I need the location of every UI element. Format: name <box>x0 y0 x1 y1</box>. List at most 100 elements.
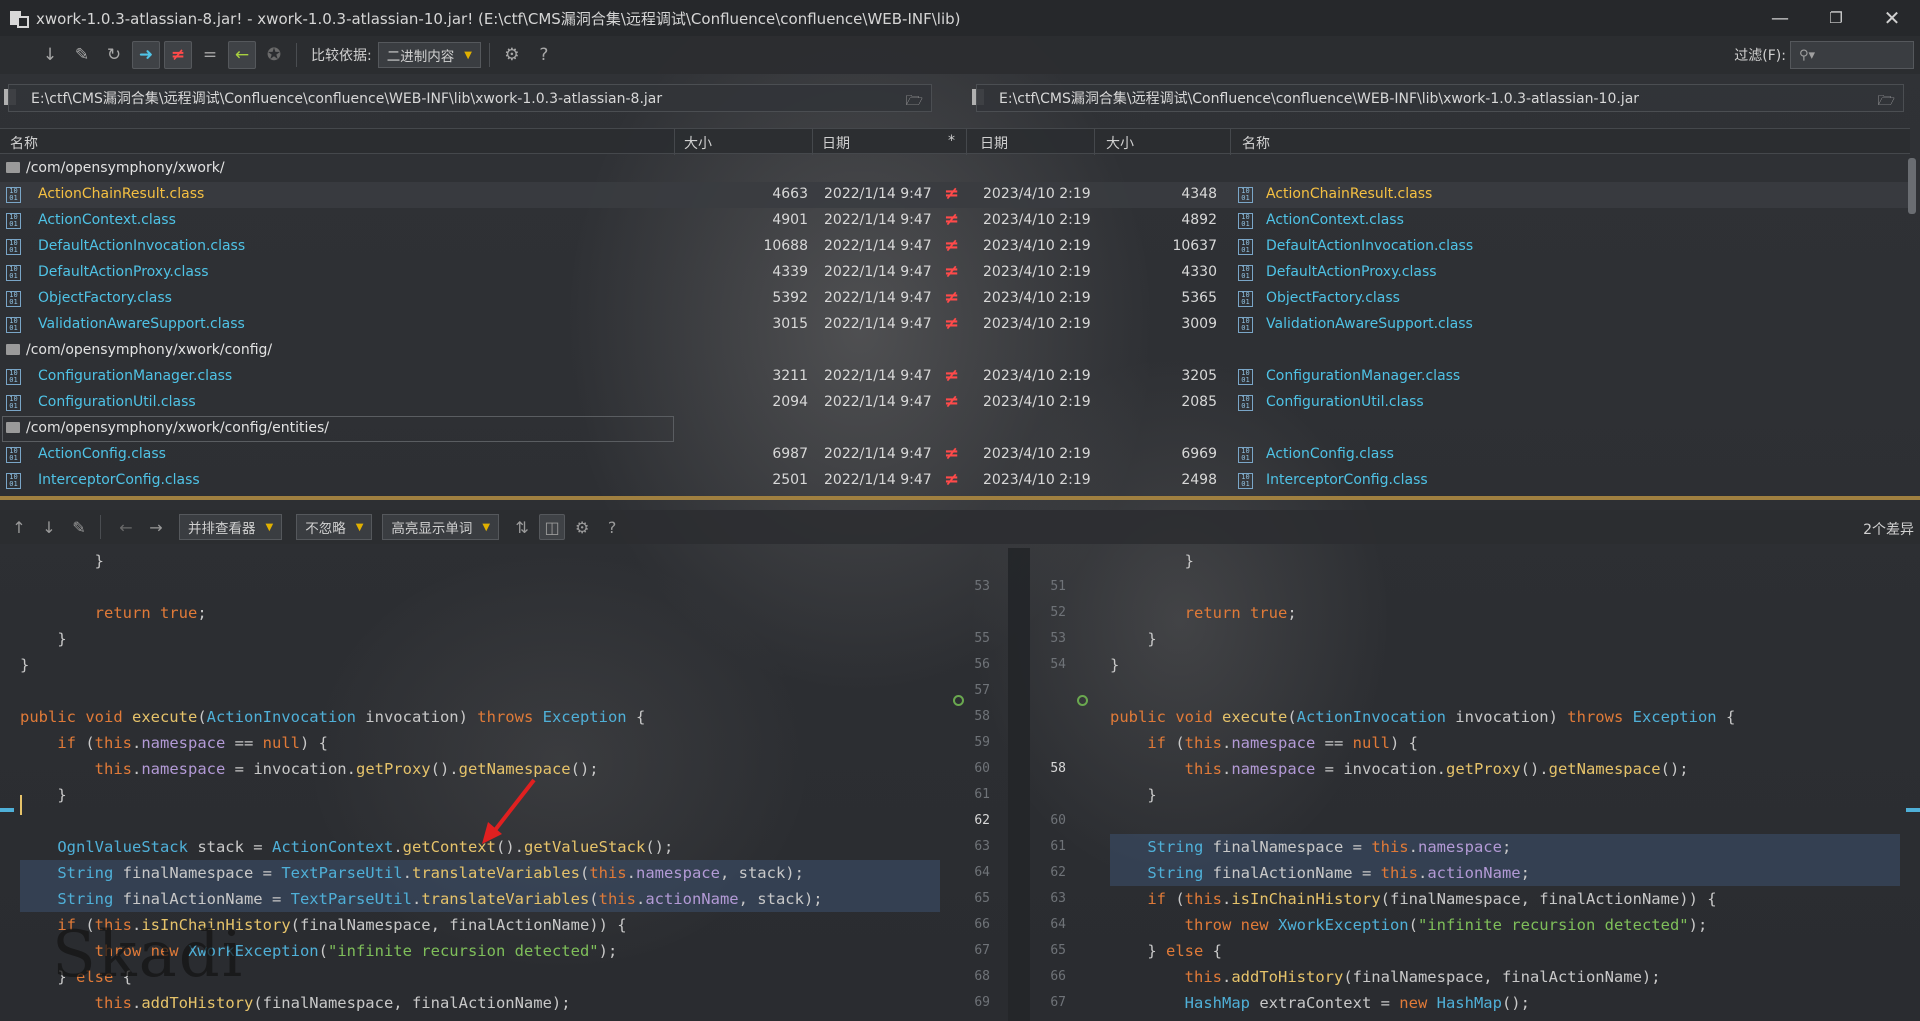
forward-arrow-icon[interactable]: → <box>143 514 169 540</box>
table-row[interactable]: 10 01 ActionContext.class 4901 2022/1/14 9:4… <box>0 208 1910 234</box>
table-row[interactable]: 10 01 InterceptorConfig.class 2501 2022/1/14… <box>0 468 1910 494</box>
code-line: extraContext.put("com.opensymphony.xwork… <box>1110 1016 1900 1021</box>
code-line: } <box>20 652 940 678</box>
code-token: ; <box>1520 864 1530 882</box>
edit-icon[interactable]: ✎ <box>68 41 96 69</box>
next-diff-icon[interactable]: ↓ <box>36 514 62 540</box>
folder-open-icon[interactable]: 🗁 <box>906 90 923 111</box>
table-row[interactable]: 10 01 ActionConfig.class 6987 2022/1/14 9:47… <box>0 442 1910 468</box>
filter-input[interactable]: ⚲▾ <box>1790 41 1914 69</box>
equal-icon[interactable]: = <box>196 41 224 69</box>
table-folder-row[interactable]: /com/opensymphony/xwork/ <box>0 156 1910 182</box>
table-row[interactable]: 10 01 ValidationAwareSupport.class 3015 2022… <box>0 312 1910 338</box>
table-row[interactable]: 10 01 ActionChainResult.class 4663 2022/1/14… <box>0 182 1910 208</box>
back-arrow-icon[interactable]: ← <box>113 514 139 540</box>
code-token: , stack); <box>719 864 804 882</box>
right-file-date: 2023/4/10 2:19 <box>983 472 1091 488</box>
minimize-icon[interactable]: — <box>1752 0 1808 36</box>
help-icon[interactable]: ? <box>599 514 625 540</box>
chevron-down-icon: ▼ <box>482 521 491 533</box>
table-row[interactable]: 10 01 ConfigurationManager.class 3211 2022/1… <box>0 364 1910 390</box>
col-size-left[interactable]: 大小 <box>684 133 712 153</box>
restore-icon[interactable]: ❐ <box>1808 0 1864 36</box>
col-size-right[interactable]: 大小 <box>1106 133 1134 153</box>
prev-diff-icon[interactable]: ↑ <box>6 514 32 540</box>
right-file-name: ConfigurationManager.class <box>1266 368 1461 384</box>
filter-label: 过滤(F): <box>1734 48 1786 64</box>
code-token: ActionContext <box>271 838 394 856</box>
toolbar-separator <box>488 43 490 67</box>
table-folder-row[interactable]: /com/opensymphony/xwork/config/ <box>0 338 1910 364</box>
show-left-arrow-icon[interactable]: ← <box>228 41 256 69</box>
col-name-right[interactable]: 名称 <box>1242 133 1270 153</box>
left-file-size: 3211 <box>772 368 808 384</box>
help-icon[interactable]: ? <box>530 41 558 69</box>
code-token: this <box>94 734 132 752</box>
refresh-icon[interactable]: ↻ <box>100 41 128 69</box>
highlight-dropdown[interactable]: 高亮显示单词 ▼ <box>382 514 500 540</box>
code-token: ActionInvocation <box>1296 708 1446 726</box>
class-file-icon: 10 01 <box>1238 187 1253 203</box>
line-number: 52 <box>1050 605 1066 620</box>
code-token: this <box>1184 890 1222 908</box>
collapse-icon[interactable]: ⇅ <box>509 514 535 540</box>
arrow-down-icon[interactable]: ↓ <box>36 41 64 69</box>
col-separator <box>1094 129 1095 155</box>
implementation-marker-icon[interactable] <box>1077 695 1088 706</box>
table-folder-row[interactable]: /com/opensymphony/xwork/config/entities/ <box>0 416 1910 442</box>
table-row[interactable]: 10 01 DefaultActionInvocation.class 10688 20… <box>0 234 1910 260</box>
viewer-dropdown[interactable]: 并排查看器 ▼ <box>179 514 283 540</box>
pane-splitter[interactable] <box>0 496 1920 500</box>
code-token: if <box>1147 734 1176 752</box>
settings-gear-icon[interactable]: ⚙ <box>569 514 595 540</box>
col-name-left[interactable]: 名称 <box>10 133 38 153</box>
code-token: this <box>1184 734 1222 752</box>
left-file-name: ObjectFactory.class <box>38 290 172 306</box>
table-row[interactable]: 10 01 ObjectFactory.class 5392 2022/1/14 9:4… <box>0 286 1910 312</box>
not-equal-icon: ≠ <box>944 443 960 464</box>
col-date-right[interactable]: 日期 <box>980 133 1008 153</box>
code-token: this <box>1380 864 1418 882</box>
implementation-marker-icon[interactable] <box>953 695 964 706</box>
right-file-name: ObjectFactory.class <box>1266 290 1400 306</box>
left-path-bar[interactable]: E:\ctf\CMS漏洞合集\远程调试\Confluence\confluenc… <box>8 84 932 112</box>
close-icon[interactable]: ✕ <box>1864 0 1920 36</box>
code-token: ) { <box>300 734 328 752</box>
line-number: 61 <box>1050 839 1066 854</box>
code-token: finalActionName = <box>113 890 291 908</box>
red-arrow-annotation <box>482 778 536 844</box>
sync-settings-icon[interactable]: ⚙ <box>498 41 526 69</box>
col-star[interactable]: * <box>948 133 955 149</box>
person-icon[interactable]: ✪ <box>260 41 288 69</box>
toolbar-separator <box>296 43 297 67</box>
col-date-left[interactable]: 日期 <box>822 133 850 153</box>
edit-icon[interactable]: ✎ <box>66 514 92 540</box>
line-number: 60 <box>1050 813 1066 828</box>
line-number <box>1036 782 1066 808</box>
table-row[interactable]: 10 01 DefaultActionProxy.class 4339 2022/1/1… <box>0 260 1910 286</box>
sync-scroll-icon[interactable]: ◫ <box>539 514 566 540</box>
code-token: else <box>1166 942 1213 960</box>
right-path-bar[interactable]: E:\ctf\CMS漏洞合集\远程调试\Confluence\confluenc… <box>976 84 1904 112</box>
code-token: } <box>20 786 67 804</box>
code-token: ( <box>318 942 328 960</box>
folder-open-icon[interactable]: 🗁 <box>1878 90 1895 111</box>
table-scrollbar[interactable] <box>1908 158 1916 214</box>
not-equal-icon: ≠ <box>944 313 960 334</box>
code-token: . <box>1222 890 1232 908</box>
code-token: getValueStack <box>523 838 646 856</box>
code-token: TextParseUtil <box>281 864 403 882</box>
ignore-dropdown[interactable]: 不忽略 ▼ <box>296 514 373 540</box>
code-token: stack = <box>187 838 272 856</box>
code-token: HashMap <box>1184 994 1250 1012</box>
show-right-arrow-icon[interactable]: ➜ <box>132 41 160 69</box>
table-row[interactable]: 10 01 ConfigurationUtil.class 2094 2022/1/14… <box>0 390 1910 416</box>
not-equal-icon[interactable]: ≠ <box>164 41 192 69</box>
code-token: getNamespace <box>458 760 571 778</box>
code-token: null <box>1352 734 1390 752</box>
compare-by-dropdown[interactable]: 二进制内容 ▼ <box>377 42 481 68</box>
right-code-pane[interactable]: } return true; }} public void execute(Act… <box>1110 548 1900 1021</box>
